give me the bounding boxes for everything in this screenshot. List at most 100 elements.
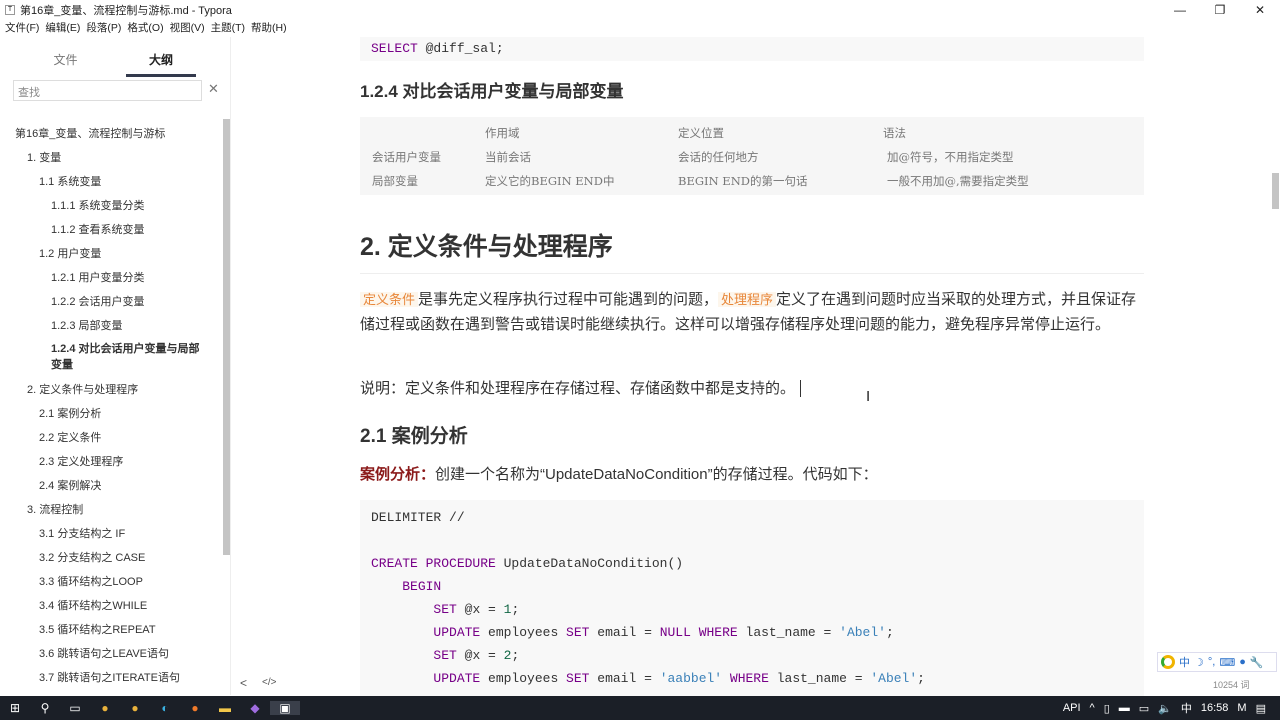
edge-icon[interactable]: ◐ xyxy=(150,701,180,715)
user-icon[interactable]: ● xyxy=(1239,656,1246,668)
comparison-table[interactable]: 作用域 定义位置 语法 会话用户变量 当前会话 会话的任何地方 加@符号，不用指定类型 局部变… xyxy=(360,117,1144,195)
outline-item[interactable]: 1. 变量 xyxy=(0,149,222,173)
outline-item[interactable]: 第16章_变量、流程控制与游标 xyxy=(0,125,222,149)
table-header-cell: 语法 xyxy=(883,126,906,140)
ime-lang[interactable]: 中 xyxy=(1179,654,1190,670)
heading-1-2-4: 1.2.4 对比会话用户变量与局部变量 xyxy=(360,82,624,101)
outline-item[interactable]: 3. 流程控制 xyxy=(0,501,222,525)
code-token: DELIMITER // xyxy=(371,510,465,525)
outline-item[interactable]: 1.2.3 局部变量 xyxy=(0,317,222,341)
outline-item[interactable]: 1.2.2 会话用户变量 xyxy=(0,293,222,317)
outline-item[interactable]: 3.1 分支结构之 IF xyxy=(0,525,222,549)
moon-icon[interactable]: ☽ xyxy=(1194,656,1204,669)
outline-item[interactable]: 2.2 定义条件 xyxy=(0,429,222,453)
code-line: DELIMITER // xyxy=(371,510,1133,533)
window-title: 第16章_变量、流程控制与游标.md - Typora xyxy=(20,5,232,17)
minimize-button[interactable]: — xyxy=(1160,0,1200,20)
outline-item[interactable]: 1.1 系统变量 xyxy=(0,173,222,197)
search-icon[interactable]: ⚲ xyxy=(30,701,60,715)
code-token: WHERE xyxy=(729,671,777,686)
outline-item[interactable]: 1.1.2 查看系统变量 xyxy=(0,221,222,245)
table-cell: BEGIN END的第一句话 xyxy=(678,174,808,188)
menu-item[interactable]: 视图(V) xyxy=(170,20,205,37)
code-block-select[interactable]: SELECT @diff_sal; xyxy=(360,37,1144,61)
chrome-alt-icon[interactable]: ● xyxy=(120,701,150,715)
table-cell: 会话用户变量 xyxy=(372,150,441,164)
app-tray-icon[interactable]: M xyxy=(1237,702,1246,714)
usb-icon[interactable]: ▯ xyxy=(1104,702,1110,715)
outline-item[interactable]: 1.2 用户变量 xyxy=(0,245,222,269)
menu-item[interactable]: 段落(P) xyxy=(86,20,121,37)
menu-item[interactable]: 格式(O) xyxy=(127,20,163,37)
outline-item[interactable]: 1.1.1 系统变量分类 xyxy=(0,197,222,221)
tray-api[interactable]: API xyxy=(1063,702,1081,714)
outline-item[interactable]: 3.2 分支结构之 CASE xyxy=(0,549,222,573)
intellij-icon[interactable]: ◆ xyxy=(240,701,270,715)
maximize-button[interactable]: ❐ xyxy=(1200,0,1240,20)
outline-item[interactable]: 1.2.4 对比会话用户变量与局部变量 xyxy=(0,341,222,381)
outline-item[interactable]: 2.3 定义处理程序 xyxy=(0,453,222,477)
ime-toolbar[interactable]: 中 ☽ °, ⌨ ● 🔧 xyxy=(1157,652,1277,672)
ime-logo-icon xyxy=(1161,655,1175,669)
outline-item[interactable]: 3.3 循环结构之LOOP xyxy=(0,573,222,597)
clock[interactable]: 16:58 xyxy=(1201,702,1229,714)
highlight-handler: 处理程序 xyxy=(718,292,777,307)
outline-item[interactable]: 1.2.1 用户变量分类 xyxy=(0,269,222,293)
code-line: SELECT @diff_sal; xyxy=(371,41,1133,56)
word-count[interactable]: 10254 词 xyxy=(1213,678,1250,691)
network-icon[interactable]: ▭ xyxy=(1139,702,1149,715)
menu-item[interactable]: 文件(F) xyxy=(5,20,39,37)
title-bar: T 第16章_变量、流程控制与游标.md - Typora — ❐ ✕ xyxy=(0,0,1280,20)
code-block-procedure[interactable]: DELIMITER // CREATE PROCEDURE UpdateDataN… xyxy=(360,500,1144,696)
outline-list: 第16章_变量、流程控制与游标 1. 变量 1.1 系统变量 1.1.1 系统变量分类… xyxy=(0,125,222,693)
menu-item[interactable]: 帮助(H) xyxy=(251,20,287,37)
firefox-icon[interactable]: ● xyxy=(180,701,210,715)
tab-files[interactable]: 文件 xyxy=(33,37,98,77)
code-token: SET xyxy=(566,671,598,686)
clear-search-icon[interactable]: ✕ xyxy=(208,81,219,97)
outline-item[interactable]: 2.4 案例解决 xyxy=(0,477,222,501)
outline-item[interactable]: 2.1 案例分析 xyxy=(0,405,222,429)
chevron-up-icon[interactable]: ^ xyxy=(1090,702,1095,714)
typora-taskbar-icon[interactable]: ▣ xyxy=(270,701,300,715)
outline-item[interactable]: 2. 定义条件与处理程序 xyxy=(0,381,222,405)
table-cell: 加@符号，不用指定类型 xyxy=(887,150,1014,164)
paragraph-intro: 定义条件 是事先定义程序执行过程中可能遇到的问题， 处理程序 定义了在遇到问题时应当采… xyxy=(360,291,1137,333)
code-token: email = xyxy=(597,671,660,686)
volume-icon[interactable]: 🔈 xyxy=(1158,702,1172,715)
tab-outline[interactable]: 大纲 xyxy=(126,37,196,77)
editor[interactable]: SELECT @diff_sal; 1.2.4 对比会话用户变量与局部变量 作用… xyxy=(232,37,1272,696)
outline-item[interactable]: 3.6 跳转语句之LEAVE语句 xyxy=(0,645,222,669)
editor-scrollbar[interactable] xyxy=(1272,173,1279,209)
punctuation-icon[interactable]: °, xyxy=(1208,656,1215,668)
tray-ime[interactable]: 中 xyxy=(1181,700,1192,716)
battery-icon[interactable]: ▬ xyxy=(1119,702,1130,714)
chrome-icon[interactable]: ● xyxy=(90,701,120,715)
code-token: CREATE PROCEDURE xyxy=(371,556,504,571)
task-view-icon[interactable]: ▭ xyxy=(60,701,90,715)
file-explorer-icon[interactable]: ▬ xyxy=(210,701,240,715)
code-token: ; xyxy=(885,625,894,640)
sidebar-scrollbar[interactable] xyxy=(223,119,230,555)
text-cursor-icon: I xyxy=(866,388,871,405)
wrench-icon[interactable]: 🔧 xyxy=(1250,656,1264,669)
table-header-cell: 作用域 xyxy=(485,126,520,140)
keyboard-icon[interactable]: ⌨ xyxy=(1219,656,1235,669)
windows-start-icon[interactable]: ⊞ xyxy=(0,701,30,715)
code-token: @diff_sal; xyxy=(425,41,504,56)
code-line: BEGIN xyxy=(371,579,1133,602)
outline-item[interactable]: 3.5 循环结构之REPEAT xyxy=(0,621,222,645)
menu-item[interactable]: 编辑(E) xyxy=(45,20,80,37)
close-button[interactable]: ✕ xyxy=(1240,0,1280,20)
heading-2-1: 2.1 案例分析 xyxy=(360,426,468,447)
outline-search-input[interactable]: 查找 xyxy=(13,80,202,101)
code-token: SET xyxy=(566,625,598,640)
outline-item[interactable]: 3.4 循环结构之WHILE xyxy=(0,597,222,621)
notification-icon[interactable]: ▤ xyxy=(1256,702,1266,715)
paragraph-note: 说明：定义条件和处理程序在存储过程、存储函数中都是支持的。 xyxy=(360,376,802,401)
menu-item[interactable]: 主题(T) xyxy=(211,20,245,37)
